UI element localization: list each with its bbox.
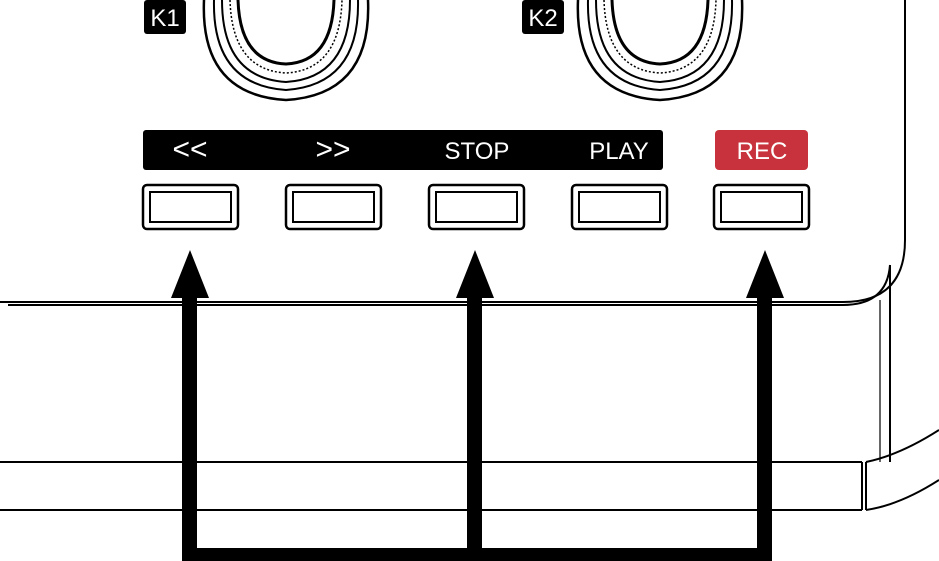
arrow-connector-bar: [182, 548, 772, 561]
rewind-button[interactable]: [141, 183, 240, 231]
arrow-to-rewind: [171, 250, 209, 561]
knob-k1-label-badge: K1: [144, 0, 186, 34]
rewind-label: <<: [172, 133, 207, 166]
knob-k1[interactable]: [202, 0, 370, 102]
knob-k2-label-badge: K2: [522, 0, 564, 34]
transport-label-bar: << >> STOP PLAY: [143, 130, 663, 170]
stop-button[interactable]: [427, 183, 526, 231]
controller-diagram: K1 K2 << >> STOP PLAY REC: [0, 0, 939, 561]
forward-label: >>: [315, 133, 350, 166]
knob-k2[interactable]: [576, 0, 744, 102]
rec-label-badge: REC: [715, 130, 808, 170]
forward-button[interactable]: [284, 183, 383, 231]
rec-button[interactable]: [712, 183, 811, 231]
play-button[interactable]: [570, 183, 669, 231]
rec-label: REC: [737, 138, 788, 165]
knob-k2-label: K2: [528, 5, 557, 32]
stop-label: STOP: [445, 138, 510, 165]
knob-k1-label: K1: [150, 5, 179, 32]
play-label: PLAY: [589, 138, 649, 165]
callout-arrows: [171, 250, 784, 561]
arrow-to-rec: [746, 250, 784, 561]
arrow-to-stop: [456, 250, 494, 561]
